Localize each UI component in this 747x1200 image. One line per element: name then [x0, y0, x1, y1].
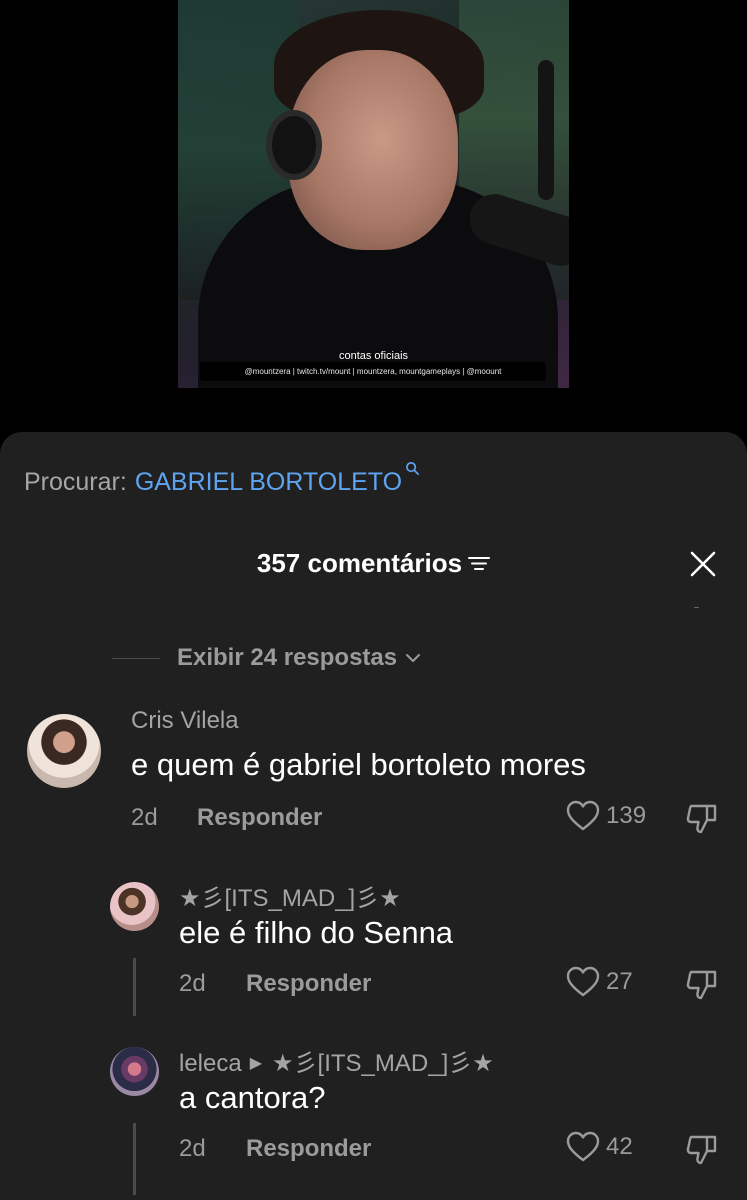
comment-author[interactable]: ★彡[ITS_MAD_]彡★: [179, 878, 401, 913]
comment-item: Cris Vilela e quem é gabriel bortoleto m…: [0, 702, 747, 852]
avatar[interactable]: [110, 1047, 159, 1096]
comment-count-title[interactable]: 357 comentários: [0, 548, 747, 579]
video-player[interactable]: contas oficiais @mountzera | twitch.tv/m…: [0, 0, 747, 432]
video-caption-title: contas oficiais: [338, 350, 409, 362]
like-button[interactable]: 27: [566, 966, 633, 998]
scroll-indicator: [694, 607, 699, 608]
comment-text: a cantora?: [179, 1080, 326, 1115]
dislike-icon[interactable]: [685, 1133, 719, 1167]
thread-line: [133, 958, 136, 1016]
dislike-icon[interactable]: [685, 968, 719, 1002]
reply-arrow-icon: ▶: [249, 1055, 263, 1072]
video-frame: contas oficiais @mountzera | twitch.tv/m…: [178, 0, 569, 388]
search-suggestion[interactable]: Procurar: GABRIEL BORTOLETO: [24, 462, 420, 497]
search-icon: [406, 462, 420, 475]
comment-author[interactable]: Cris Vilela: [131, 707, 239, 735]
comment-age: 2d: [179, 1135, 206, 1162]
close-button[interactable]: [683, 544, 723, 584]
video-mic-stand: [538, 60, 554, 200]
comment-count-label: 357 comentários: [256, 548, 463, 578]
thread-line: [133, 1123, 136, 1195]
dislike-icon[interactable]: [685, 802, 719, 836]
heart-icon: [566, 1131, 600, 1162]
comments-header: 357 comentários: [0, 544, 747, 584]
reply-button[interactable]: Responder: [246, 1135, 371, 1163]
video-headphone: [266, 110, 322, 180]
search-prefix: Procurar:: [24, 468, 127, 496]
like-count: 139: [606, 802, 647, 829]
comment-author-line: leleca ▶ ★彡[ITS_MAD_]彡★: [179, 1043, 494, 1078]
like-count: 27: [606, 968, 633, 995]
avatar[interactable]: [110, 882, 159, 931]
view-replies-label: Exibir 24 respostas: [177, 644, 398, 671]
view-replies-button[interactable]: Exibir 24 respostas: [112, 642, 421, 674]
comment-age: 2d: [179, 970, 206, 997]
reply-to-author[interactable]: ★彡[ITS_MAD_]彡★: [272, 1050, 494, 1077]
chevron-down-icon: [406, 654, 421, 662]
heart-icon: [566, 966, 600, 997]
like-button[interactable]: 139: [566, 800, 646, 832]
comment-text: e quem é gabriel bortoleto mores: [131, 747, 586, 782]
like-button[interactable]: 42: [566, 1131, 633, 1163]
reply-button[interactable]: Responder: [246, 970, 371, 998]
replies-divider: [112, 657, 160, 659]
heart-icon: [566, 800, 600, 831]
video-caption-bar: @mountzera | twitch.tv/mount | mountzera…: [200, 362, 546, 381]
comment-text: ele é filho do Senna: [179, 915, 454, 950]
reply-button[interactable]: Responder: [197, 804, 322, 832]
reply-item: ★彡[ITS_MAD_]彡★ ele é filho do Senna 2d R…: [0, 872, 747, 1032]
search-term-link[interactable]: GABRIEL BORTOLETO: [135, 468, 402, 497]
close-icon: [690, 551, 716, 577]
comment-author[interactable]: leleca: [179, 1050, 242, 1077]
reply-item: leleca ▶ ★彡[ITS_MAD_]彡★ a cantora? 2d Resp…: [0, 1037, 747, 1197]
comment-age: 2d: [131, 804, 158, 831]
like-count: 42: [606, 1133, 633, 1160]
comments-sheet: Procurar: GABRIEL BORTOLETO 357 comentár…: [0, 432, 747, 1200]
sort-icon[interactable]: [468, 554, 491, 572]
avatar[interactable]: [27, 714, 101, 788]
